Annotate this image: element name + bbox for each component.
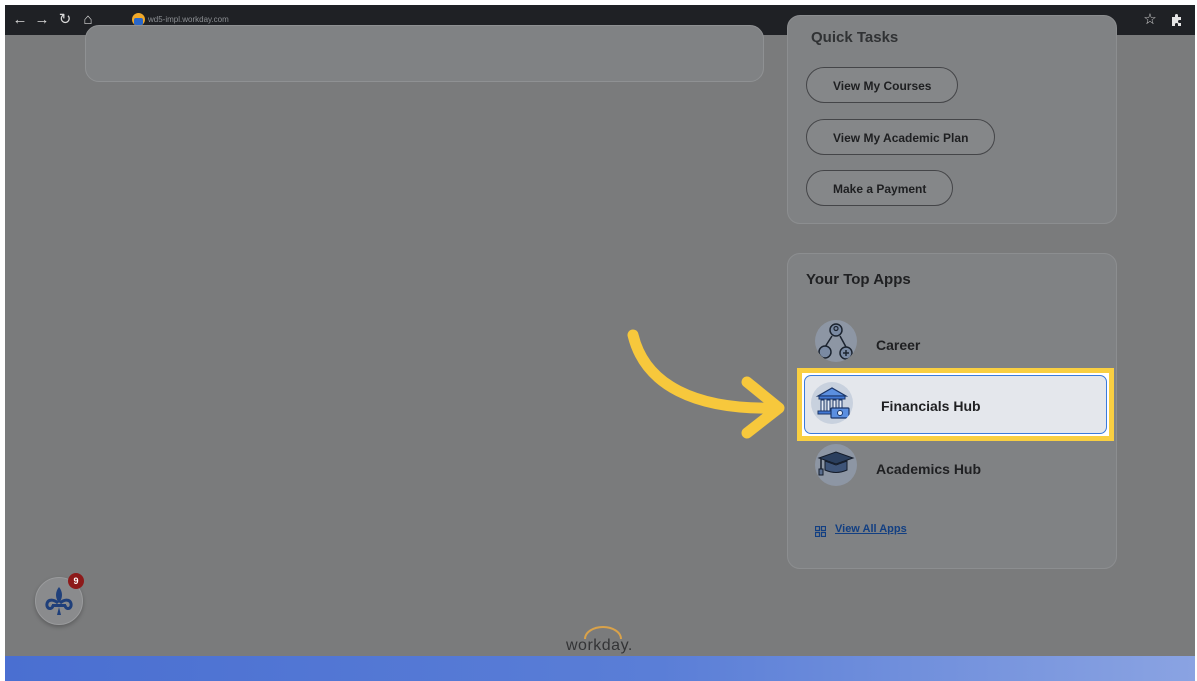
content-card — [85, 25, 764, 82]
extensions-icon[interactable] — [1167, 10, 1185, 30]
notification-badge: 9 — [68, 573, 84, 589]
view-my-courses-button[interactable]: View My Courses — [806, 67, 959, 103]
financials-hub-highlight: Financials Hub — [797, 368, 1114, 441]
view-all-apps-link[interactable]: View All Apps — [835, 523, 907, 535]
financials-hub-app[interactable]: Financials Hub — [804, 375, 1107, 434]
career-icon — [815, 320, 857, 362]
quick-tasks-title: Quick Tasks — [811, 29, 899, 46]
star-icon[interactable]: ☆ — [1141, 10, 1159, 30]
footer-bar — [5, 656, 1195, 681]
career-app-label[interactable]: Career — [876, 337, 920, 353]
academics-hub-app-label[interactable]: Academics Hub — [876, 461, 981, 477]
view-my-academic-plan-button[interactable]: View My Academic Plan — [806, 119, 996, 155]
page-content: Quick Tasks View My Courses View My Acad… — [5, 15, 1195, 656]
make-a-payment-button[interactable]: Make a Payment — [806, 170, 954, 206]
annotation-arrow-icon — [627, 329, 785, 439]
apps-grid-icon — [814, 524, 827, 538]
reload-icon[interactable]: ↻ — [56, 10, 74, 30]
graduation-cap-icon — [815, 444, 857, 486]
address-bar[interactable]: wd5-impl.workday.com — [148, 15, 229, 24]
forward-arrow-icon[interactable]: → — [33, 10, 51, 30]
financials-hub-label: Financials Hub — [881, 398, 981, 414]
bank-icon — [811, 382, 853, 424]
back-arrow-icon[interactable]: ← — [11, 10, 29, 30]
top-apps-title: Your Top Apps — [806, 271, 911, 288]
workday-logo: workday. — [566, 637, 633, 654]
